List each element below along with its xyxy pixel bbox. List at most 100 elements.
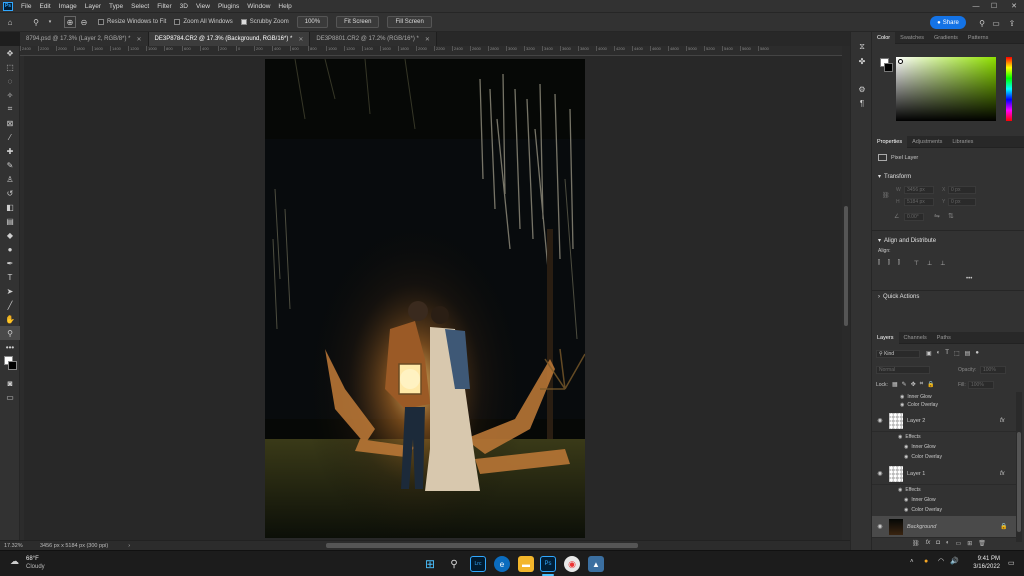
quick-actions-section[interactable]: › Quick Actions: [872, 291, 925, 303]
layer-row-layer-2[interactable]: ◉ Layer 2 fx: [872, 410, 1016, 432]
share-button[interactable]: ● Share: [930, 16, 966, 29]
close-icon[interactable]: ✕: [298, 36, 303, 43]
eyedropper-icon[interactable]: ⁄: [0, 130, 20, 144]
edge-browser-icon[interactable]: e: [494, 556, 510, 572]
weather-condition[interactable]: Cloudy: [26, 564, 45, 570]
visibility-eye-icon[interactable]: ◉: [875, 523, 885, 530]
crop-tool-icon[interactable]: ⌗: [0, 102, 20, 116]
eye-icon[interactable]: ◉: [898, 434, 902, 440]
layer-name[interactable]: Layer 2: [907, 418, 925, 424]
color-picker-field[interactable]: [896, 57, 996, 121]
tab-color[interactable]: Color: [872, 31, 896, 44]
tab-gradients[interactable]: Gradients: [929, 32, 963, 44]
home-icon[interactable]: ⌂: [4, 16, 16, 28]
scrollbar-thumb[interactable]: [844, 206, 848, 326]
visibility-eye-icon[interactable]: ◉: [875, 470, 885, 477]
align-right-icon[interactable]: ⫿: [898, 260, 900, 267]
notifications-icon[interactable]: ▭: [1008, 559, 1015, 567]
photoshop-taskbar-icon[interactable]: Ps: [540, 556, 556, 572]
add-style-icon[interactable]: fx: [926, 540, 931, 547]
tab-channels[interactable]: Channels: [899, 332, 932, 344]
history-panel-icon[interactable]: ⧖: [851, 40, 873, 54]
eye-icon[interactable]: ◉: [898, 487, 902, 493]
brush-tool-icon[interactable]: ✎: [0, 158, 20, 172]
eye-icon[interactable]: ◉: [904, 454, 908, 460]
tab-8794-psd[interactable]: 8794.psd @ 17.3% (Layer 2, RGB/8*) * ✕: [20, 32, 149, 46]
transform-section[interactable]: ▾ Transform: [872, 170, 917, 183]
delete-layer-icon[interactable]: 🗑: [978, 540, 986, 547]
filter-type-icon[interactable]: T: [945, 350, 949, 357]
eye-icon[interactable]: ◉: [904, 444, 908, 450]
effect-inner-glow[interactable]: ◉ Inner Glow: [872, 495, 1016, 505]
tray-app-icon[interactable]: ●: [924, 558, 928, 565]
eye-icon[interactable]: ◉: [900, 402, 904, 408]
scrubby-zoom-checkbox[interactable]: Scrubby Zoom: [240, 19, 289, 25]
horizontal-scrollbar-thumb[interactable]: [326, 543, 638, 548]
layer-filter-kind[interactable]: ⚲ Kind: [876, 350, 920, 358]
align-bottom-icon[interactable]: ⊥: [940, 260, 945, 267]
zoom-readout[interactable]: 17.32%: [4, 543, 34, 549]
fit-screen-button[interactable]: Fit Screen: [336, 16, 380, 28]
filter-pixel-icon[interactable]: ▣: [926, 350, 932, 357]
effect-color-overlay[interactable]: ◉ Color Overlay: [872, 505, 1016, 515]
menu-image[interactable]: Image: [55, 3, 81, 10]
weather-temp[interactable]: 68°F: [26, 556, 39, 562]
brush-settings-icon[interactable]: ✤: [851, 54, 873, 68]
color-picker-cursor[interactable]: [898, 59, 903, 64]
fill-field[interactable]: 100%: [968, 381, 994, 389]
menu-3d[interactable]: 3D: [176, 3, 192, 10]
windows-start-icon[interactable]: ⊞: [422, 556, 438, 572]
lock-artboard-icon[interactable]: ⌗: [920, 381, 923, 388]
photos-app-icon[interactable]: ▲: [588, 556, 604, 572]
lock-transparent-icon[interactable]: ▦: [892, 381, 898, 388]
tab-properties[interactable]: Properties: [872, 135, 908, 148]
share-document-icon[interactable]: ⇪: [1006, 17, 1018, 29]
app-icon-circle[interactable]: ◉: [564, 556, 580, 572]
menu-file[interactable]: File: [17, 3, 35, 10]
menu-help[interactable]: Help: [274, 3, 295, 10]
blur-tool-icon[interactable]: ◆: [0, 228, 20, 242]
filter-toggle-icon[interactable]: ●: [975, 350, 979, 357]
menu-view[interactable]: View: [192, 3, 214, 10]
close-window-button[interactable]: ✕: [1006, 0, 1022, 12]
healing-brush-icon[interactable]: ✚: [0, 144, 20, 158]
magic-wand-icon[interactable]: ✧: [0, 88, 20, 102]
clock-date[interactable]: 3/16/2022: [968, 564, 1000, 570]
layer-name[interactable]: Background: [907, 524, 936, 530]
search-icon[interactable]: ⚲: [976, 17, 988, 29]
tray-chevron-icon[interactable]: ˄: [910, 559, 914, 565]
lock-position-icon[interactable]: ✥: [911, 381, 916, 388]
align-center-h-icon[interactable]: ⫿: [888, 260, 890, 267]
align-distribute-section[interactable]: ▾ Align and Distribute: [872, 234, 942, 247]
x-field[interactable]: 0 px: [948, 186, 976, 194]
effects-header[interactable]: ◉ Effects: [872, 432, 1016, 442]
menu-layer[interactable]: Layer: [81, 3, 105, 10]
zoom-in-icon[interactable]: ⊕: [64, 16, 76, 28]
color-swatches[interactable]: [0, 354, 20, 376]
zoom-all-checkbox[interactable]: Zoom All Windows: [174, 19, 233, 25]
align-middle-icon[interactable]: ⊥: [927, 260, 932, 267]
effects-header[interactable]: ◉ Effects: [872, 485, 1016, 495]
weather-icon[interactable]: ☁: [10, 556, 19, 567]
menu-window[interactable]: Window: [243, 3, 274, 10]
adjustment-layer-icon[interactable]: ◐: [946, 540, 950, 547]
screen-mode-icon[interactable]: ▭: [0, 390, 20, 404]
eye-icon[interactable]: ◉: [904, 507, 908, 513]
more-tools-icon[interactable]: •••: [0, 340, 20, 354]
tab-libraries[interactable]: Libraries: [947, 136, 978, 148]
document-canvas[interactable]: [265, 59, 585, 538]
eraser-icon[interactable]: ◧: [0, 200, 20, 214]
fx-icon[interactable]: fx: [1000, 418, 1005, 424]
zoom-tool-icon[interactable]: ⚲: [0, 326, 20, 340]
tab-paths[interactable]: Paths: [932, 332, 956, 344]
lock-all-icon[interactable]: 🔒: [927, 381, 934, 388]
y-field[interactable]: 0 px: [948, 198, 976, 206]
add-mask-icon[interactable]: ◘: [936, 540, 940, 547]
path-select-icon[interactable]: ➤: [0, 284, 20, 298]
workspace-icon[interactable]: ▭: [990, 17, 1002, 29]
layer-row-background[interactable]: ◉ Background 🔒: [872, 516, 1016, 538]
paragraph-icon[interactable]: ¶: [851, 96, 873, 110]
menu-plugins[interactable]: Plugins: [214, 3, 243, 10]
dodge-tool-icon[interactable]: ●: [0, 242, 20, 256]
menu-filter[interactable]: Filter: [153, 3, 175, 10]
